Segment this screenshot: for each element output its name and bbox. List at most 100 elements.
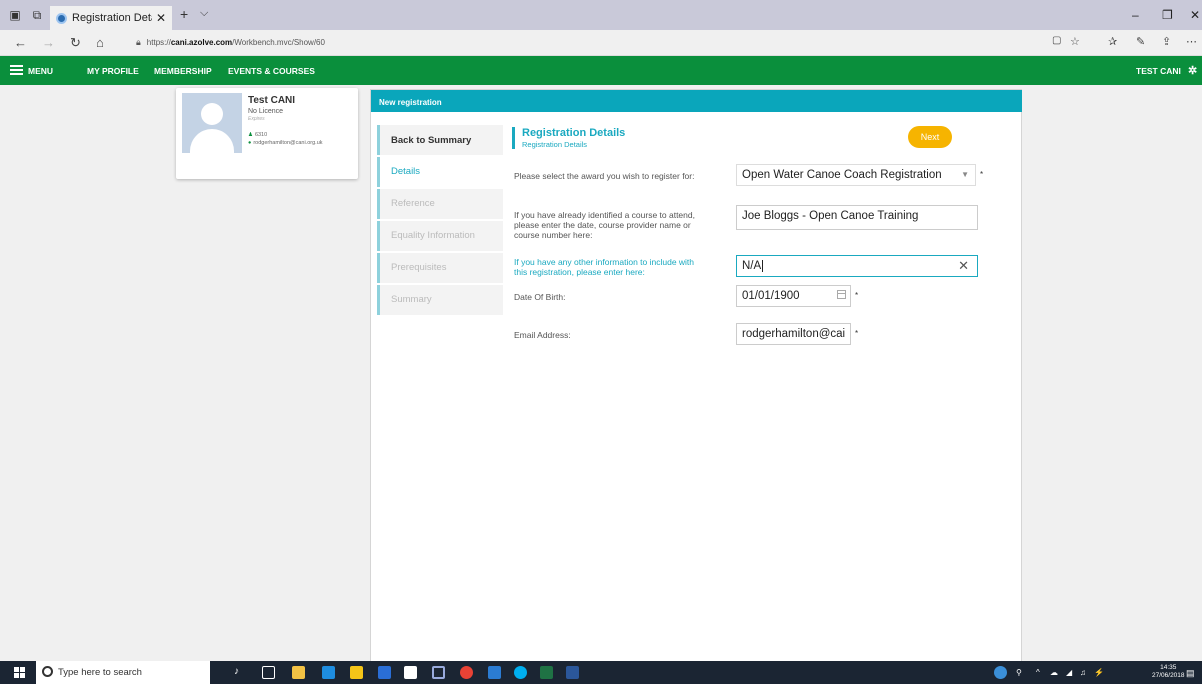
required-marker: * xyxy=(855,329,859,338)
microphone-icon[interactable]: ♪ xyxy=(234,666,247,679)
profile-expires: Expires xyxy=(248,116,265,122)
my-profile-link[interactable]: MY PROFILE xyxy=(87,66,139,76)
url-path: /Workbench.mvc/Show/60 xyxy=(232,38,325,47)
favorites-hub-icon[interactable]: ✰ xyxy=(1108,35,1117,48)
people-icon[interactable]: ⚲ xyxy=(1016,668,1022,677)
task-view-icon[interactable] xyxy=(262,666,275,679)
back-arrow-icon[interactable]: ← xyxy=(14,35,27,50)
volume-icon[interactable]: ♫ xyxy=(1080,668,1086,677)
other-info-input[interactable]: N/A ✕ xyxy=(736,255,978,277)
calendar-icon[interactable] xyxy=(837,290,846,299)
refresh-icon[interactable]: ↻ xyxy=(70,35,81,51)
profile-email: ● rodgerhamilton@cani.org.uk xyxy=(248,140,323,146)
browser-tab[interactable]: Registration Details - Gi ✕ xyxy=(50,6,172,30)
tab-title: Registration Details - Gi xyxy=(72,12,152,24)
panel-title: New registration xyxy=(371,90,1022,112)
tray-chevron-icon[interactable]: ^ xyxy=(1036,668,1040,677)
dropbox-icon[interactable] xyxy=(378,666,391,679)
step-prerequisites[interactable]: Prerequisites xyxy=(377,253,503,283)
steps-sidebar: Back to Summary Details Reference Equali… xyxy=(377,125,503,317)
profile-licence: No Licence xyxy=(248,108,284,115)
system-clock[interactable]: 14:35 27/06/2018 xyxy=(1152,664,1185,680)
registration-panel: New registration Back to Summary Details… xyxy=(370,89,1022,662)
profile-email-value: rodgerhamilton@cani.org.uk xyxy=(253,140,323,146)
restore-icon[interactable]: ❐ xyxy=(1162,8,1173,22)
required-marker: * xyxy=(855,291,859,300)
hamburger-icon[interactable] xyxy=(10,65,23,75)
amazon-icon[interactable] xyxy=(404,666,417,679)
new-tab-button[interactable]: + xyxy=(180,6,188,22)
award-select[interactable]: Open Water Canoe Coach Registration ▼ xyxy=(736,164,976,186)
share-icon[interactable]: ⇪ xyxy=(1162,35,1171,48)
outlook-icon[interactable] xyxy=(488,666,501,679)
profile-id: ♟ 6310 xyxy=(248,132,267,138)
minimize-icon[interactable]: – xyxy=(1132,8,1139,22)
help-icon[interactable] xyxy=(994,666,1007,679)
other-info-label-line: If you have any other information to inc… xyxy=(514,257,695,267)
profile-id-value: 6310 xyxy=(254,132,268,138)
home-icon[interactable]: ⌂ xyxy=(96,35,104,50)
set-aside-tabs-icon[interactable]: ⧉ xyxy=(30,8,44,22)
loop-icon[interactable] xyxy=(432,666,445,679)
tab-close-icon[interactable]: ✕ xyxy=(156,11,166,25)
menu-link[interactable]: MENU xyxy=(28,66,53,76)
chrome-icon[interactable] xyxy=(460,666,473,679)
membership-link[interactable]: MEMBERSHIP xyxy=(154,66,212,76)
skype-icon[interactable] xyxy=(514,666,527,679)
clock-date: 27/06/2018 xyxy=(1152,672,1185,679)
excel-icon[interactable] xyxy=(540,666,553,679)
required-marker: * xyxy=(980,170,984,179)
other-info-value: N/A xyxy=(742,260,762,272)
word-icon[interactable] xyxy=(566,666,579,679)
tab-list-chevron-icon[interactable]: ⌵ xyxy=(200,7,208,20)
store-icon[interactable] xyxy=(350,666,363,679)
award-label: Please select the award you wish to regi… xyxy=(514,171,695,181)
step-details[interactable]: Details xyxy=(377,157,503,187)
avatar xyxy=(182,93,242,153)
clear-icon[interactable]: ✕ xyxy=(958,258,969,274)
power-icon[interactable]: ⚡ xyxy=(1094,668,1104,677)
email-icon: ● xyxy=(248,140,252,146)
app-navbar: MENU MY PROFILE MEMBERSHIP EVENTS & COUR… xyxy=(0,56,1202,85)
profile-name: Test CANI xyxy=(248,95,296,106)
dob-label: Date Of Birth: xyxy=(514,292,566,302)
close-window-icon[interactable]: ✕ xyxy=(1190,8,1200,22)
email-label: Email Address: xyxy=(514,330,571,340)
course-label-line: course number here: xyxy=(514,230,593,240)
taskbar-search[interactable]: Type here to search xyxy=(36,661,210,684)
windows-taskbar: Type here to search ♪ ⚲ ^ ☁ ◢ ♫ ⚡ 14:35 … xyxy=(0,661,1202,684)
course-input[interactable]: Joe Bloggs - Open Canoe Training xyxy=(736,205,978,230)
favorite-star-icon[interactable]: ☆ xyxy=(1070,35,1080,48)
address-bar[interactable]: 🔒︎ https://cani.azolve.com/Workbench.mvc/… xyxy=(136,37,325,48)
award-select-value: Open Water Canoe Coach Registration xyxy=(742,169,942,181)
user-menu[interactable]: TEST CANI xyxy=(1136,66,1181,76)
notifications-icon[interactable]: ▤ xyxy=(1186,668,1195,679)
url-domain: cani.azolve.com xyxy=(170,38,233,47)
dob-input[interactable]: 01/01/1900 xyxy=(736,285,851,307)
browser-nav-bar: ← → ↻ ⌂ 🔒︎ https://cani.azolve.com/Workbe… xyxy=(0,30,1202,56)
gear-icon[interactable]: ✲ xyxy=(1188,64,1197,77)
file-explorer-icon[interactable] xyxy=(292,666,305,679)
forward-arrow-icon[interactable]: → xyxy=(42,35,55,50)
tab-preview-icon[interactable]: ▣ xyxy=(8,8,22,22)
back-to-summary-button[interactable]: Back to Summary xyxy=(377,125,503,155)
avatar-body xyxy=(190,129,234,153)
more-icon[interactable]: ⋯ xyxy=(1186,35,1197,48)
email-input[interactable]: rodgerhamilton@cai xyxy=(736,323,851,345)
lock-icon: 🔒︎ xyxy=(136,37,141,47)
step-summary[interactable]: Summary xyxy=(377,285,503,315)
step-reference[interactable]: Reference xyxy=(377,189,503,219)
edge-icon[interactable] xyxy=(322,666,335,679)
reading-view-icon[interactable]: ▢ xyxy=(1052,35,1061,46)
windows-start-icon[interactable] xyxy=(14,667,25,678)
network-icon[interactable]: ◢ xyxy=(1066,668,1072,677)
step-equality-information[interactable]: Equality Information xyxy=(377,221,503,251)
onedrive-icon[interactable]: ☁ xyxy=(1050,668,1058,677)
text-cursor xyxy=(762,260,764,272)
next-button[interactable]: Next xyxy=(908,126,952,148)
pen-icon[interactable]: ✎ xyxy=(1136,35,1145,48)
person-icon: ♟ xyxy=(248,132,253,138)
events-courses-link[interactable]: EVENTS & COURSES xyxy=(228,66,315,76)
clock-time: 14:35 xyxy=(1160,664,1177,671)
section-accent-bar xyxy=(512,127,515,149)
